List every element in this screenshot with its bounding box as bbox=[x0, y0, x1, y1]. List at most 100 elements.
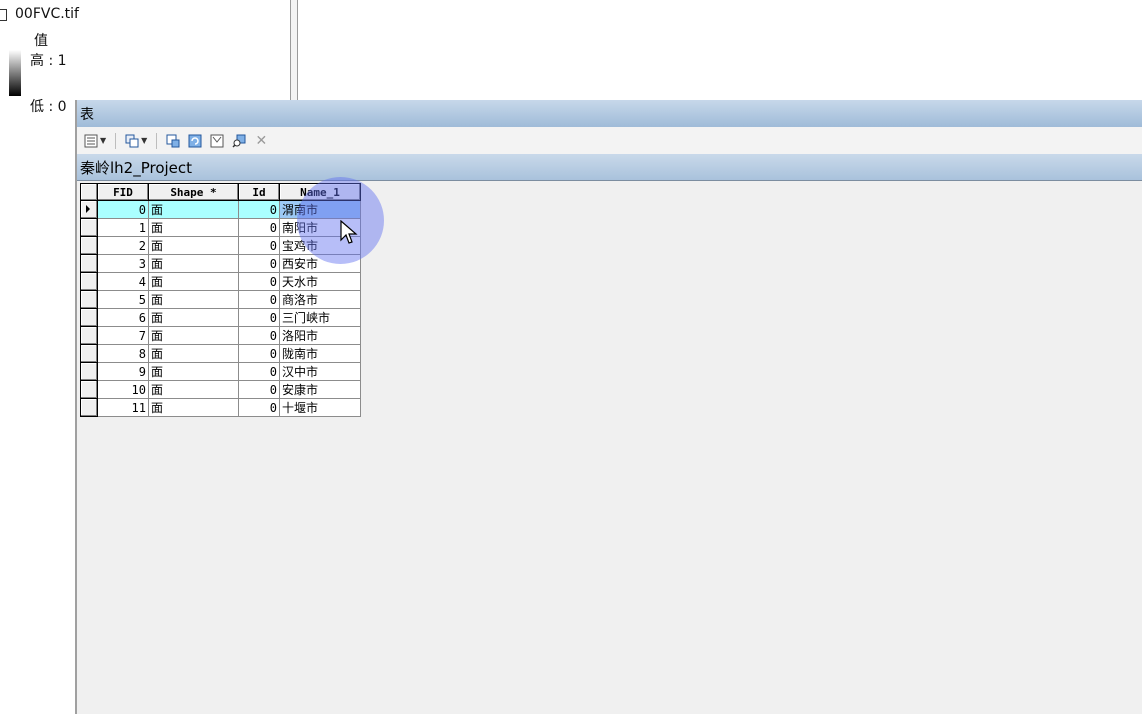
cell-id[interactable]: 0 bbox=[238, 236, 280, 255]
table-row[interactable]: 9 面 0 汉中市 bbox=[80, 362, 361, 381]
row-selector[interactable] bbox=[80, 236, 98, 255]
cell-fid[interactable]: 5 bbox=[97, 290, 149, 309]
chevron-down-icon[interactable]: ▼ bbox=[100, 136, 106, 145]
row-selector[interactable] bbox=[80, 218, 98, 237]
cell-shape[interactable]: 面 bbox=[148, 236, 239, 255]
clear-selection-icon[interactable] bbox=[208, 132, 226, 150]
row-selector[interactable] bbox=[80, 344, 98, 363]
cell-shape[interactable]: 面 bbox=[148, 326, 239, 345]
cell-shape[interactable]: 面 bbox=[148, 308, 239, 327]
table-row[interactable]: 10 面 0 安康市 bbox=[80, 380, 361, 399]
cell-fid[interactable]: 11 bbox=[97, 398, 149, 417]
table-row[interactable]: 0 面 0 渭南市 bbox=[80, 200, 361, 219]
cell-fid[interactable]: 6 bbox=[97, 308, 149, 327]
table-window-titlebar[interactable]: 表 bbox=[77, 100, 1142, 127]
row-selector[interactable] bbox=[80, 380, 98, 399]
table-row[interactable]: 3 面 0 西安市 bbox=[80, 254, 361, 273]
cell-id[interactable]: 0 bbox=[238, 200, 280, 219]
table-tab[interactable]: 秦岭lh2_Project bbox=[77, 154, 1142, 181]
column-header-shape[interactable]: Shape * bbox=[148, 183, 239, 201]
cell-id[interactable]: 0 bbox=[238, 272, 280, 291]
cell-id[interactable]: 0 bbox=[238, 254, 280, 273]
cell-shape[interactable]: 面 bbox=[148, 380, 239, 399]
row-selector[interactable] bbox=[80, 362, 98, 381]
cell-name[interactable]: 十堰市 bbox=[279, 398, 361, 417]
cell-id[interactable]: 0 bbox=[238, 344, 280, 363]
cell-fid[interactable]: 0 bbox=[97, 200, 149, 219]
layer-visibility-checkbox[interactable] bbox=[0, 9, 7, 21]
switch-selection-icon[interactable] bbox=[186, 132, 204, 150]
related-tables-icon[interactable] bbox=[123, 132, 141, 150]
cell-shape[interactable]: 面 bbox=[148, 200, 239, 219]
cell-id[interactable]: 0 bbox=[238, 290, 280, 309]
pane-splitter[interactable] bbox=[290, 0, 298, 100]
cell-name[interactable]: 三门峡市 bbox=[279, 308, 361, 327]
cell-name[interactable]: 商洛市 bbox=[279, 290, 361, 309]
current-row-pointer-icon bbox=[86, 205, 90, 213]
grid-header-row: FID Shape * Id Name_1 bbox=[80, 183, 361, 201]
select-by-attributes-icon[interactable] bbox=[164, 132, 182, 150]
row-selector-header[interactable] bbox=[80, 183, 98, 201]
cell-shape[interactable]: 面 bbox=[148, 218, 239, 237]
table-row[interactable]: 1 面 0 南阳市 bbox=[80, 218, 361, 237]
attribute-table-window: 表 ▼ ▼ ✕ 秦岭lh2_Project FID Shape * Id Nam… bbox=[75, 100, 1142, 714]
cell-shape[interactable]: 面 bbox=[148, 272, 239, 291]
cell-fid[interactable]: 4 bbox=[97, 272, 149, 291]
cell-name[interactable]: 陇南市 bbox=[279, 344, 361, 363]
legend-high-label: 高 : 1 bbox=[30, 53, 67, 69]
cell-shape[interactable]: 面 bbox=[148, 344, 239, 363]
table-row[interactable]: 5 面 0 商洛市 bbox=[80, 290, 361, 309]
color-ramp bbox=[9, 50, 21, 96]
cell-id[interactable]: 0 bbox=[238, 362, 280, 381]
zoom-to-selected-icon[interactable] bbox=[230, 132, 248, 150]
table-options-icon[interactable] bbox=[82, 132, 100, 150]
cell-name[interactable]: 安康市 bbox=[279, 380, 361, 399]
row-selector[interactable] bbox=[80, 290, 98, 309]
row-selector[interactable] bbox=[80, 308, 98, 327]
cell-fid[interactable]: 9 bbox=[97, 362, 149, 381]
table-row[interactable]: 2 面 0 宝鸡市 bbox=[80, 236, 361, 255]
row-selector[interactable] bbox=[80, 398, 98, 417]
cell-id[interactable]: 0 bbox=[238, 380, 280, 399]
table-row[interactable]: 11 面 0 十堰市 bbox=[80, 398, 361, 417]
cell-fid[interactable]: 10 bbox=[97, 380, 149, 399]
cell-name[interactable]: 洛阳市 bbox=[279, 326, 361, 345]
table-row[interactable]: 8 面 0 陇南市 bbox=[80, 344, 361, 363]
cell-id[interactable]: 0 bbox=[238, 326, 280, 345]
legend-low-label: 低 : 0 bbox=[30, 99, 67, 115]
cell-name[interactable]: 天水市 bbox=[279, 272, 361, 291]
table-tab-label: 秦岭lh2_Project bbox=[80, 158, 193, 177]
table-row[interactable]: 7 面 0 洛阳市 bbox=[80, 326, 361, 345]
cell-id[interactable]: 0 bbox=[238, 398, 280, 417]
table-row[interactable]: 6 面 0 三门峡市 bbox=[80, 308, 361, 327]
cell-name[interactable]: 宝鸡市 bbox=[279, 236, 361, 255]
cell-fid[interactable]: 1 bbox=[97, 218, 149, 237]
cell-name[interactable]: 南阳市 bbox=[279, 218, 361, 237]
cell-shape[interactable]: 面 bbox=[148, 398, 239, 417]
row-selector[interactable] bbox=[80, 254, 98, 273]
cell-id[interactable]: 0 bbox=[238, 308, 280, 327]
column-header-id[interactable]: Id bbox=[238, 183, 280, 201]
table-row[interactable]: 4 面 0 天水市 bbox=[80, 272, 361, 291]
cell-fid[interactable]: 8 bbox=[97, 344, 149, 363]
cell-shape[interactable]: 面 bbox=[148, 254, 239, 273]
column-header-name[interactable]: Name_1 bbox=[279, 183, 361, 201]
table-window-title: 表 bbox=[80, 106, 94, 123]
column-header-fid[interactable]: FID bbox=[97, 183, 149, 201]
row-selector[interactable] bbox=[80, 272, 98, 291]
chevron-down-icon[interactable]: ▼ bbox=[141, 136, 147, 145]
cell-name[interactable]: 渭南市 bbox=[279, 200, 361, 219]
layer-name[interactable]: 00FVC.tif bbox=[15, 6, 79, 22]
row-selector[interactable] bbox=[80, 200, 98, 219]
row-selector[interactable] bbox=[80, 326, 98, 345]
cell-fid[interactable]: 7 bbox=[97, 326, 149, 345]
cell-name[interactable]: 西安市 bbox=[279, 254, 361, 273]
delete-selected-icon[interactable]: ✕ bbox=[252, 132, 270, 150]
cell-id[interactable]: 0 bbox=[238, 218, 280, 237]
cell-name[interactable]: 汉中市 bbox=[279, 362, 361, 381]
cell-shape[interactable]: 面 bbox=[148, 290, 239, 309]
toolbar-separator bbox=[156, 132, 158, 149]
cell-fid[interactable]: 2 bbox=[97, 236, 149, 255]
cell-fid[interactable]: 3 bbox=[97, 254, 149, 273]
cell-shape[interactable]: 面 bbox=[148, 362, 239, 381]
